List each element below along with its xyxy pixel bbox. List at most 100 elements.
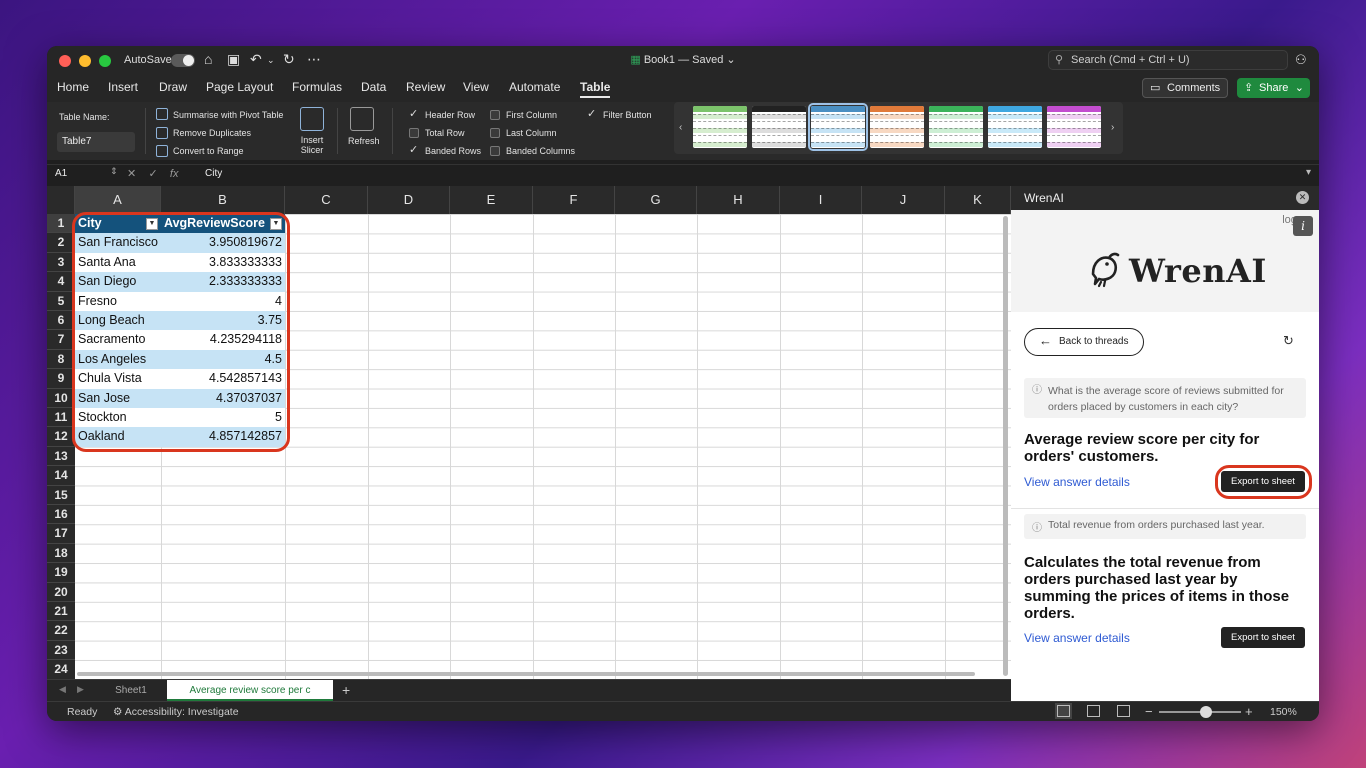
table-style-blue[interactable] — [808, 103, 868, 151]
row-header[interactable]: 7 — [47, 330, 75, 350]
convert-to-range-button[interactable]: Convert to Range — [173, 146, 244, 156]
first-column-checkbox[interactable] — [490, 110, 500, 120]
tab-review[interactable]: Review — [406, 80, 445, 94]
row-header[interactable]: 16 — [47, 505, 75, 525]
fx-icon[interactable]: fx — [170, 168, 179, 180]
row-header[interactable]: 8 — [47, 349, 75, 370]
refresh-button[interactable]: Refresh — [348, 136, 380, 146]
column-header[interactable]: K — [945, 186, 1011, 214]
table-style-black[interactable] — [752, 106, 806, 148]
view-answer-details-link[interactable]: View answer details — [1024, 475, 1130, 489]
tab-insert[interactable]: Insert — [108, 80, 138, 94]
column-header[interactable]: B — [161, 186, 285, 214]
cancel-icon[interactable]: ✕ — [127, 168, 136, 180]
row-header[interactable]: 20 — [47, 582, 75, 602]
insert-slicer-label-2[interactable]: Slicer — [300, 145, 324, 155]
row-header[interactable]: 2 — [47, 233, 75, 253]
banded-rows-checkbox[interactable] — [409, 143, 419, 156]
banded-columns-checkbox[interactable] — [490, 146, 500, 156]
column-header[interactable]: F — [533, 186, 615, 214]
back-to-threads-button[interactable]: ← Back to threads — [1024, 328, 1144, 356]
account-icon[interactable]: ⚇ — [1295, 52, 1307, 68]
row-header[interactable]: 14 — [47, 466, 75, 486]
zoom-out-icon[interactable]: − — [1145, 704, 1153, 719]
tab-automate[interactable]: Automate — [509, 80, 560, 94]
tab-formulas[interactable]: Formulas — [292, 80, 342, 94]
last-column-checkbox[interactable] — [490, 128, 500, 138]
table-style-orange[interactable] — [870, 106, 924, 148]
close-icon[interactable]: ✕ — [1296, 191, 1309, 204]
tab-home[interactable]: Home — [57, 80, 89, 94]
horizontal-scrollbar[interactable] — [77, 672, 975, 676]
summarise-pivot-button[interactable]: Summarise with Pivot Table — [173, 110, 283, 120]
column-header[interactable]: C — [285, 186, 368, 214]
row-header[interactable]: 9 — [47, 369, 75, 389]
table-style-emerald[interactable] — [929, 106, 983, 148]
row-header[interactable]: 10 — [47, 388, 75, 408]
insert-slicer-label-1[interactable]: Insert — [300, 135, 324, 145]
page-layout-view-icon[interactable] — [1087, 705, 1100, 717]
row-header[interactable]: 21 — [47, 602, 75, 622]
row-header[interactable]: 3 — [47, 252, 75, 273]
column-header[interactable]: H — [697, 186, 780, 214]
row-header[interactable]: 4 — [47, 272, 75, 292]
column-header[interactable]: E — [450, 186, 533, 214]
zoom-level[interactable]: 150% — [1270, 706, 1297, 718]
row-header[interactable]: 18 — [47, 543, 75, 564]
table-style-green[interactable] — [693, 106, 747, 148]
comments-button[interactable]: ▭ Comments — [1142, 78, 1228, 98]
tab-view[interactable]: View — [463, 80, 489, 94]
formula-input[interactable]: City — [205, 168, 222, 179]
header-row-checkbox[interactable] — [409, 107, 419, 120]
check-icon[interactable]: ✓ — [148, 168, 157, 180]
row-header[interactable]: 15 — [47, 485, 75, 505]
row-header[interactable]: 11 — [47, 408, 75, 428]
column-header[interactable]: D — [368, 186, 450, 214]
row-header[interactable]: 19 — [47, 563, 75, 583]
tab-draw[interactable]: Draw — [159, 80, 187, 94]
row-header[interactable]: 23 — [47, 640, 75, 661]
chevron-left-icon[interactable]: ‹ — [679, 122, 682, 133]
filter-button-checkbox[interactable] — [587, 107, 597, 120]
row-header[interactable]: 6 — [47, 311, 75, 331]
row-header[interactable]: 12 — [47, 427, 75, 447]
tab-data[interactable]: Data — [361, 80, 386, 94]
total-row-checkbox[interactable] — [409, 128, 419, 138]
row-header[interactable]: 13 — [47, 446, 75, 467]
view-answer-details-link[interactable]: View answer details — [1024, 631, 1130, 645]
accessibility-status[interactable]: ⚙ Accessibility: Investigate — [113, 706, 239, 718]
tab-page-layout[interactable]: Page Layout — [206, 80, 273, 94]
previous-sheet-icon[interactable]: ◀ — [59, 684, 66, 695]
row-header[interactable]: 17 — [47, 524, 75, 544]
remove-duplicates-button[interactable]: Remove Duplicates — [173, 128, 251, 138]
refresh-icon[interactable]: ↻ — [1283, 333, 1294, 349]
name-box-stepper-icon[interactable]: ⇕ — [110, 166, 118, 177]
row-header[interactable]: 1 — [47, 214, 75, 234]
select-all-corner[interactable] — [47, 186, 75, 214]
normal-view-icon[interactable] — [1055, 703, 1072, 719]
row-header[interactable]: 5 — [47, 291, 75, 311]
expand-formula-icon[interactable]: ▾ — [1306, 167, 1311, 178]
table-style-purple[interactable] — [1047, 106, 1101, 148]
search-input[interactable]: ⚲ Search (Cmd + Ctrl + U) — [1048, 50, 1288, 70]
row-header[interactable]: 24 — [47, 660, 75, 680]
sheet-tab-average-review[interactable]: Average review score per c — [167, 680, 333, 701]
column-header[interactable]: G — [615, 186, 697, 214]
add-sheet-icon[interactable]: + — [342, 682, 350, 698]
zoom-slider-handle[interactable] — [1200, 706, 1212, 718]
sheet-tab-sheet1[interactable]: Sheet1 — [99, 680, 163, 701]
zoom-in-icon[interactable]: + — [1245, 704, 1253, 719]
vertical-scrollbar[interactable] — [1003, 216, 1008, 676]
spreadsheet-grid[interactable]: A B C D E F G H I J K 1 2 3 4 5 6 7 8 9 10 11 12 13 1… — [47, 186, 1011, 680]
column-header[interactable]: A — [75, 186, 161, 214]
tab-table[interactable]: Table — [580, 80, 611, 98]
info-icon[interactable]: i — [1293, 216, 1313, 236]
name-box[interactable]: A1 — [47, 165, 119, 183]
table-style-sky[interactable] — [988, 106, 1042, 148]
export-to-sheet-button[interactable]: Export to sheet — [1221, 627, 1305, 648]
chevron-right-icon[interactable]: › — [1111, 122, 1114, 133]
column-header[interactable]: I — [780, 186, 862, 214]
table-name-input[interactable]: Table7 — [57, 132, 135, 152]
row-header[interactable]: 22 — [47, 621, 75, 641]
share-button[interactable]: ⇪ Share ⌄ — [1237, 78, 1310, 98]
